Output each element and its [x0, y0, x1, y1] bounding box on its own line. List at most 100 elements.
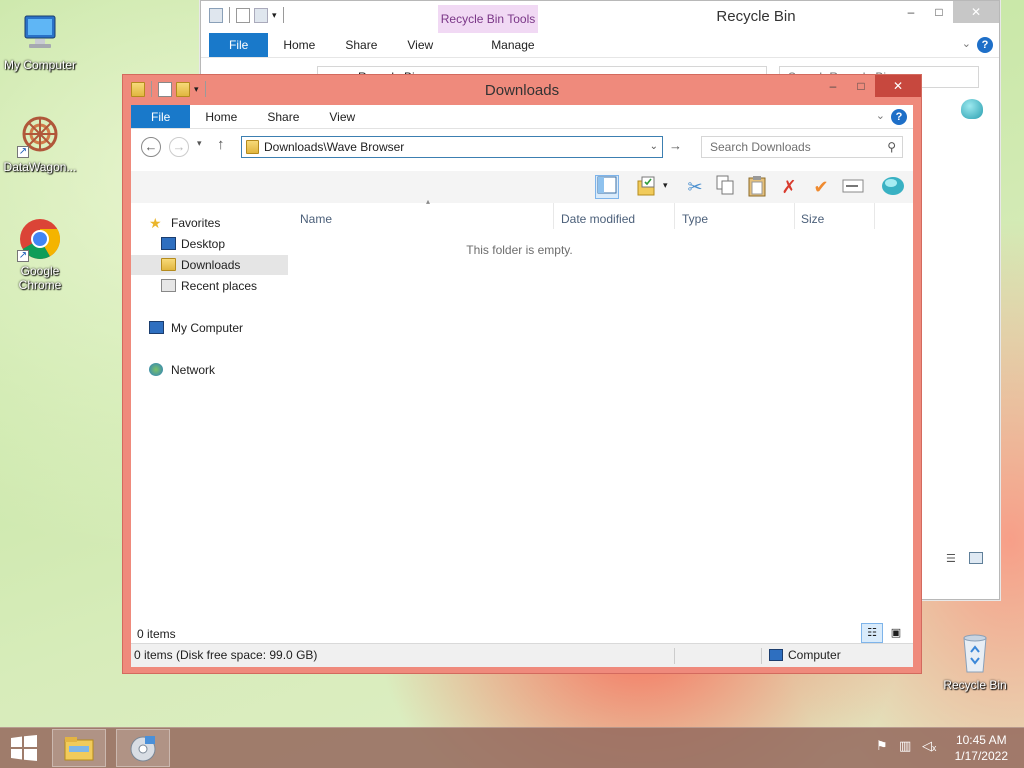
details-view-icon[interactable]: ☷ — [861, 623, 883, 643]
teal-globe-icon[interactable] — [961, 99, 983, 119]
tab-share[interactable]: Share — [252, 105, 314, 128]
volume-muted-icon[interactable]: ◁ₓ — [922, 738, 936, 754]
nav-label: Favorites — [171, 216, 221, 230]
column-divider[interactable] — [794, 203, 795, 229]
minimize-button[interactable]: – — [897, 1, 925, 23]
taskbar-media-app-button[interactable] — [116, 729, 170, 767]
maximize-button[interactable]: □ — [847, 75, 875, 97]
action-center-flag-icon[interactable]: ⚑ — [876, 738, 888, 754]
help-icon[interactable]: ? — [891, 109, 907, 125]
system-clock[interactable]: 10:45 AM 1/17/2022 — [955, 732, 1008, 764]
search-downloads-input[interactable]: Search Downloads ⚲ — [701, 136, 903, 158]
file-list-pane[interactable]: ▴ Name Date modified Type Size This fold… — [296, 197, 913, 615]
paste-icon[interactable] — [745, 175, 769, 199]
taskbar-file-explorer-button[interactable] — [52, 729, 106, 767]
title-bar[interactable]: ▾ Downloads – □ ✕ — [123, 75, 921, 105]
status-divider — [674, 648, 675, 664]
nav-my-computer[interactable]: My Computer — [131, 318, 288, 338]
folder-icon — [246, 140, 259, 154]
downloads-folder-icon — [161, 258, 176, 271]
tab-file[interactable]: File — [131, 105, 191, 128]
column-header-size[interactable]: Size — [801, 209, 871, 229]
column-divider[interactable] — [553, 203, 554, 229]
start-button[interactable] — [0, 728, 48, 768]
tab-file[interactable]: File — [209, 33, 269, 57]
column-header-name[interactable]: Name — [300, 209, 550, 229]
desktop-icon-my-computer[interactable]: My Computer — [0, 10, 80, 72]
delete-icon[interactable]: ✗ — [777, 175, 801, 199]
chrome-icon: ↗ — [17, 216, 63, 262]
close-button[interactable]: ✕ — [875, 75, 921, 97]
customize-toolbar-icon[interactable]: ▾ — [272, 10, 277, 21]
nav-desktop[interactable]: Desktop — [131, 234, 288, 254]
desktop-icon-recycle-bin[interactable]: Recycle Bin — [935, 630, 1015, 692]
tab-home[interactable]: Home — [190, 105, 252, 128]
nav-label: Recent places — [181, 279, 258, 293]
command-toolbar: ▾ ✂ ✗ ✔ — [131, 171, 913, 203]
go-arrow-icon[interactable]: → — [669, 138, 682, 153]
ribbon-expand-icon[interactable]: ⌄ — [962, 37, 971, 50]
cut-icon[interactable]: ✂ — [683, 175, 707, 199]
status-bar: 0 items (Disk free space: 99.0 GB) Compu… — [131, 643, 913, 667]
large-icons-view-icon[interactable] — [969, 552, 983, 564]
desktop-icon — [161, 237, 176, 250]
address-dropdown-icon[interactable]: ⌄ — [650, 137, 658, 157]
tab-share[interactable]: Share — [330, 33, 392, 57]
large-icons-view-icon[interactable]: ▣ — [885, 623, 907, 643]
datawagon-icon: ↗ — [17, 112, 63, 158]
network-status-icon[interactable]: ▥ — [899, 738, 911, 754]
properties-icon[interactable] — [236, 7, 250, 23]
minimize-button[interactable]: – — [819, 75, 847, 97]
search-placeholder: Search Downloads — [710, 140, 811, 154]
tab-view[interactable]: View — [392, 33, 448, 57]
title-bar[interactable]: ▾ Recycle Bin Tools Recycle Bin – □ ✕ — [201, 1, 999, 33]
properties-folder-icon[interactable] — [635, 175, 659, 199]
tab-home[interactable]: Home — [268, 33, 330, 57]
column-divider[interactable] — [874, 203, 875, 229]
ribbon-tabs: File Home Share View ⌄ ? — [131, 105, 913, 129]
nav-network[interactable]: Network — [131, 360, 288, 380]
window-title: Recycle Bin — [716, 8, 796, 25]
close-button[interactable]: ✕ — [953, 1, 999, 23]
nav-label: Network — [171, 363, 216, 377]
downloads-window[interactable]: ▾ Downloads – □ ✕ File Home Share View ⌄… — [122, 74, 922, 674]
status-location: Computer — [788, 648, 841, 662]
column-header-date-modified[interactable]: Date modified — [561, 209, 671, 229]
maximize-button[interactable]: □ — [925, 1, 953, 23]
network-icon — [149, 363, 163, 376]
tab-view[interactable]: View — [314, 105, 370, 128]
rename-icon[interactable] — [841, 175, 865, 199]
item-count: 0 items — [137, 627, 176, 641]
nav-downloads[interactable]: Downloads — [131, 255, 288, 275]
desktop-icon-datawagon[interactable]: ↗ DataWagon... — [0, 112, 80, 174]
copy-icon[interactable] — [713, 175, 737, 199]
window-title: Downloads — [484, 82, 560, 99]
recent-locations-icon[interactable]: ▾ — [197, 138, 202, 149]
navigation-pane: ★ Favorites Desktop Downloads Recent pla… — [131, 203, 291, 615]
details-view-icon[interactable]: ☰ — [946, 552, 956, 565]
search-icon[interactable]: ⚲ — [887, 137, 896, 157]
back-button[interactable]: ← — [141, 137, 161, 157]
help-icon[interactable]: ? — [977, 37, 993, 53]
address-bar[interactable]: Downloads\Wave Browser ⌄ — [241, 136, 663, 158]
desktop-icon-label: DataWagon... — [3, 160, 77, 174]
desktop-icon-google-chrome[interactable]: ↗ Google Chrome — [0, 216, 80, 292]
nav-label: Desktop — [181, 237, 226, 251]
nav-label: My Computer — [171, 321, 244, 335]
tab-manage[interactable]: Manage — [462, 33, 563, 57]
properties-dropdown-icon[interactable]: ▾ — [663, 180, 668, 191]
rename-check-icon[interactable]: ✔ — [809, 175, 833, 199]
column-divider[interactable] — [674, 203, 675, 229]
nav-favorites[interactable]: ★ Favorites — [131, 213, 288, 233]
column-header-type[interactable]: Type — [682, 209, 792, 229]
forward-button[interactable]: → — [169, 137, 189, 157]
nav-recent-places[interactable]: Recent places — [131, 276, 288, 296]
up-arrow-icon[interactable]: ↑ — [217, 136, 225, 153]
status-disk-space: 0 items (Disk free space: 99.0 GB) — [134, 648, 318, 662]
new-folder-icon[interactable] — [254, 7, 268, 23]
ribbon-expand-icon[interactable]: ⌄ — [876, 109, 885, 122]
address-row: ← → ▾ ↑ Downloads\Wave Browser ⌄ → Searc… — [131, 129, 913, 165]
teal-globe-icon[interactable] — [881, 175, 905, 199]
preview-pane-icon[interactable] — [595, 175, 619, 199]
clock-time: 10:45 AM — [955, 733, 1007, 747]
